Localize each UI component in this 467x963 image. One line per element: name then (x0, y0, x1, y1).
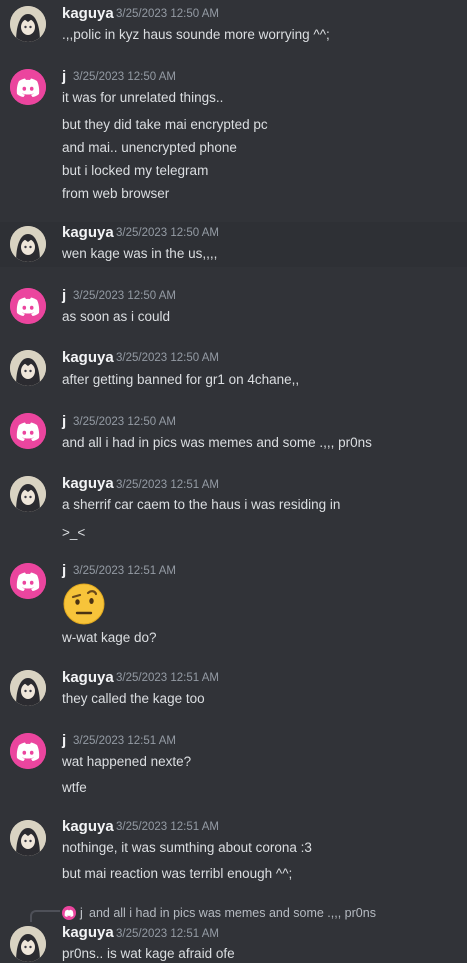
avatar[interactable] (10, 350, 46, 386)
avatar[interactable] (10, 69, 46, 105)
username[interactable]: kaguya (62, 224, 114, 242)
discord-logo-icon (10, 288, 46, 324)
message-text: from web browser (62, 186, 170, 201)
anime-avatar-icon (10, 670, 46, 706)
anime-avatar-icon (10, 6, 46, 42)
username[interactable]: kaguya (62, 818, 114, 836)
avatar[interactable] (10, 670, 46, 706)
message-text: wen kage was in the us,,,, (62, 246, 218, 261)
face-with-raised-eyebrow-icon (62, 582, 106, 626)
message-text: >_< (62, 525, 86, 540)
message-text: but mai reaction was terribl enough ^^; (62, 866, 293, 881)
username[interactable]: j (62, 413, 66, 431)
timestamp: 3/25/2023 12:50 AM (73, 416, 176, 428)
message-text: nothinge, it was sumthing about corona :… (62, 840, 312, 855)
timestamp: 3/25/2023 12:50 AM (73, 71, 176, 83)
discord-logo-icon (10, 733, 46, 769)
message-text: pr0ns.. is wat kage afraid ofe (62, 946, 235, 961)
message-text: as soon as i could (62, 309, 171, 324)
username[interactable]: kaguya (62, 5, 114, 23)
timestamp: 3/25/2023 12:51 AM (116, 479, 219, 491)
message-text: it was for unrelated things.. (62, 90, 224, 105)
message-text: and all i had in pics was memes and some… (62, 435, 372, 450)
discord-logo-icon (10, 413, 46, 449)
timestamp: 3/25/2023 12:51 AM (73, 735, 176, 747)
anime-avatar-icon (10, 820, 46, 856)
avatar[interactable] (10, 926, 46, 962)
avatar[interactable] (10, 563, 46, 599)
timestamp: 3/25/2023 12:50 AM (116, 8, 219, 20)
username[interactable]: j (62, 562, 66, 580)
discord-logo-icon (64, 909, 74, 917)
timestamp: 3/25/2023 12:51 AM (116, 821, 219, 833)
avatar[interactable] (10, 733, 46, 769)
message-text: wat happened nexte? (62, 754, 192, 769)
anime-avatar-icon (10, 226, 46, 262)
message-text: wtfe (62, 780, 87, 795)
reply-username[interactable]: j (80, 905, 83, 921)
message-text: but i locked my telegram (62, 163, 209, 178)
username[interactable]: kaguya (62, 475, 114, 493)
timestamp: 3/25/2023 12:50 AM (116, 352, 219, 364)
timestamp: 3/25/2023 12:51 AM (73, 565, 176, 577)
message-text: they called the kage too (62, 691, 205, 706)
discord-logo-icon (10, 563, 46, 599)
message-text: a sherrif car caem to the haus i was res… (62, 497, 341, 512)
message-text: after getting banned for gr1 on 4chane,, (62, 372, 300, 387)
avatar[interactable] (10, 413, 46, 449)
username[interactable]: kaguya (62, 924, 114, 942)
discord-logo-icon (10, 69, 46, 105)
reply-connector (30, 910, 60, 922)
anime-avatar-icon (10, 350, 46, 386)
reply-preview[interactable]: and all i had in pics was memes and some… (89, 905, 376, 921)
message-text: w-wat kage do? (62, 630, 157, 645)
message-text: .,,polic in kyz haus sounde more worryin… (62, 27, 330, 42)
username[interactable]: j (62, 287, 66, 305)
anime-avatar-icon (10, 926, 46, 962)
reply-avatar[interactable] (62, 906, 76, 920)
username[interactable]: kaguya (62, 669, 114, 687)
anime-avatar-icon (10, 476, 46, 512)
avatar[interactable] (10, 820, 46, 856)
timestamp: 3/25/2023 12:51 AM (116, 672, 219, 684)
message-text: and mai.. unencrypted phone (62, 140, 237, 155)
message-text: but they did take mai encrypted pc (62, 117, 268, 132)
timestamp: 3/25/2023 12:51 AM (116, 928, 219, 940)
avatar[interactable] (10, 476, 46, 512)
timestamp: 3/25/2023 12:50 AM (116, 227, 219, 239)
avatar[interactable] (10, 226, 46, 262)
username[interactable]: j (62, 732, 66, 750)
username[interactable]: j (62, 68, 66, 86)
username[interactable]: kaguya (62, 349, 114, 367)
avatar[interactable] (10, 288, 46, 324)
avatar[interactable] (10, 6, 46, 42)
timestamp: 3/25/2023 12:50 AM (73, 290, 176, 302)
